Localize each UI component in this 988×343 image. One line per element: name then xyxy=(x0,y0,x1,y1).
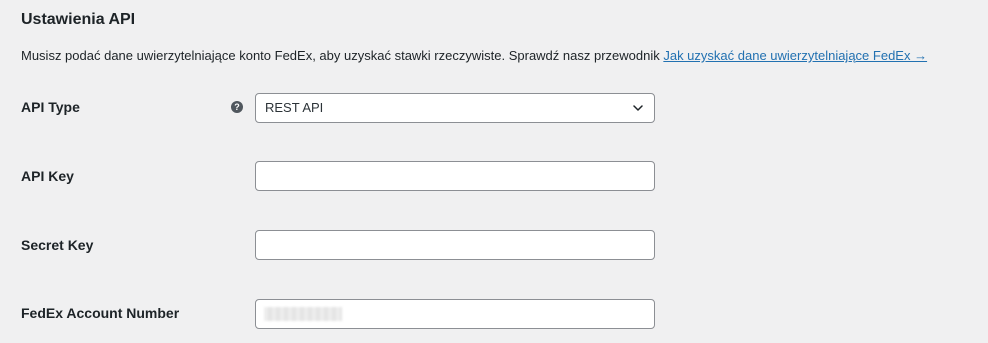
chevron-down-icon xyxy=(633,105,643,111)
description-text: Musisz podać dane uwierzytelniające kont… xyxy=(21,48,664,63)
secret-key-label: Secret Key xyxy=(21,237,94,253)
account-number-label: FedEx Account Number xyxy=(21,305,180,321)
api-key-label: API Key xyxy=(21,168,74,184)
masked-account-number xyxy=(264,307,342,321)
section-description: Musisz podać dane uwierzytelniające kont… xyxy=(21,48,927,63)
account-number-input[interactable] xyxy=(255,299,655,329)
api-type-select[interactable]: REST API xyxy=(255,93,655,123)
secret-key-input[interactable] xyxy=(255,230,655,260)
help-icon[interactable]: ? xyxy=(231,101,243,113)
api-type-row: API Type ? REST API xyxy=(0,93,988,123)
account-number-row: FedEx Account Number xyxy=(0,299,988,329)
secret-key-row: Secret Key xyxy=(0,230,988,260)
section-title: Ustawienia API xyxy=(21,11,136,28)
api-type-label: API Type xyxy=(21,99,80,115)
api-key-input[interactable] xyxy=(255,161,655,191)
fedex-credentials-guide-link[interactable]: Jak uzyskać dane uwierzytelniające FedEx… xyxy=(663,48,927,63)
api-type-selected-value: REST API xyxy=(265,100,324,115)
api-key-row: API Key xyxy=(0,161,988,191)
